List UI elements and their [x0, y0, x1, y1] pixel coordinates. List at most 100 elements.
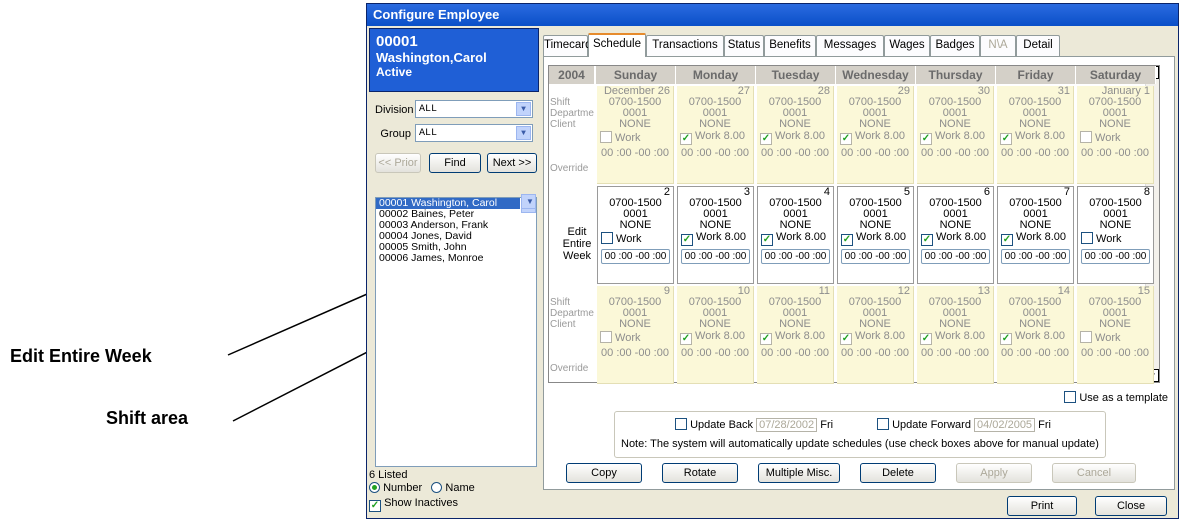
override-time[interactable]: 00 :00 -00 :00: [840, 249, 911, 264]
work-checkbox[interactable]: ✓: [920, 333, 932, 345]
update-back-checkbox[interactable]: [675, 418, 687, 430]
override-time: 00 :00 -00 :00: [681, 147, 749, 159]
work-checkbox[interactable]: ✓: [680, 133, 692, 145]
work-row: ✓ Work 8.00: [677, 131, 753, 145]
work-checkbox[interactable]: ✓: [920, 133, 932, 145]
schedule-cell[interactable]: 31 0700-1500 0001 NONE ✓ Work 8.00 00 :00 -00…: [997, 86, 1074, 184]
schedule-cell[interactable]: 14 0700-1500 0001 NONE ✓ Work 8.00 00 :00 -00…: [997, 286, 1074, 384]
schedule-cell[interactable]: 4 0700-1500 0001 NONE ✓ Work 8.00 00 :00 -00 …: [757, 186, 834, 284]
tab-schedule[interactable]: Schedule: [588, 33, 646, 57]
group-select[interactable]: ALL ▼: [415, 124, 533, 142]
override-time[interactable]: 00 :00 -00 :00: [1080, 249, 1151, 264]
print-button[interactable]: Print: [1007, 496, 1077, 516]
schedule-cell[interactable]: 30 0700-1500 0001 NONE ✓ Work 8.00 00 :00 -00…: [917, 86, 994, 184]
chevron-down-icon[interactable]: ▼: [516, 126, 531, 140]
tab-badges[interactable]: Badges: [930, 35, 980, 56]
tab-wages[interactable]: Wages: [884, 35, 930, 56]
schedule-cell[interactable]: 8 0700-1500 0001 NONE Work 00 :00 -00 :00: [1077, 186, 1154, 284]
work-checkbox[interactable]: [1080, 331, 1092, 343]
schedule-cell[interactable]: 3 0700-1500 0001 NONE ✓ Work 8.00 00 :00 -00 …: [677, 186, 754, 284]
scroll-down-icon[interactable]: ▼: [521, 194, 536, 209]
find-button[interactable]: Find: [429, 153, 481, 173]
work-checkbox[interactable]: ✓: [760, 133, 772, 145]
edit-entire-week-button[interactable]: Edit Entire Week: [549, 226, 595, 262]
division-select[interactable]: ALL ▼: [415, 100, 533, 118]
schedule-cell[interactable]: 27 0700-1500 0001 NONE ✓ Work 8.00 00 :00 -00…: [677, 86, 754, 184]
multiple-misc-button[interactable]: Multiple Misc.: [758, 463, 840, 483]
schedule-cell[interactable]: 12 0700-1500 0001 NONE ✓ Work 8.00 00 :00 -00…: [837, 286, 914, 384]
work-checkbox[interactable]: ✓: [760, 333, 772, 345]
override-row: 00 :00 -00 :00: [998, 249, 1073, 264]
schedule-cell[interactable]: 6 0700-1500 0001 NONE ✓ Work 8.00 00 :00 -00 …: [917, 186, 994, 284]
use-as-template-checkbox[interactable]: [1064, 391, 1077, 403]
work-checkbox[interactable]: [600, 131, 612, 143]
work-checkbox[interactable]: ✓: [680, 333, 692, 345]
work-checkbox[interactable]: ✓: [1000, 133, 1012, 145]
cell-client: NONE: [1099, 118, 1131, 130]
work-checkbox[interactable]: ✓: [841, 234, 853, 246]
row-label: Client: [550, 319, 576, 330]
name-radio[interactable]: [431, 482, 443, 493]
override-time[interactable]: 00 :00 -00 :00: [920, 249, 991, 264]
schedule-cell[interactable]: 10 0700-1500 0001 NONE ✓ Work 8.00 00 :00 -00…: [677, 286, 754, 384]
tab-benefits[interactable]: Benefits: [764, 35, 816, 56]
schedule-cell[interactable]: 29 0700-1500 0001 NONE ✓ Work 8.00 00 :00 -00…: [837, 86, 914, 184]
tab-status[interactable]: Status: [724, 35, 764, 56]
schedule-cell[interactable]: 2 0700-1500 0001 NONE Work 00 :00 -00 :00: [597, 186, 674, 284]
cell-client: NONE: [859, 118, 891, 130]
schedule-cell[interactable]: January 1 0700-1500 0001 NONE Work 00 :00 -0…: [1077, 86, 1154, 184]
schedule-cell[interactable]: 5 0700-1500 0001 NONE ✓ Work 8.00 00 :00 -00 …: [837, 186, 914, 284]
work-checkbox[interactable]: ✓: [1000, 333, 1012, 345]
schedule-cell[interactable]: 13 0700-1500 0001 NONE ✓ Work 8.00 00 :00 -00…: [917, 286, 994, 384]
schedule-cell[interactable]: 28 0700-1500 0001 NONE ✓ Work 8.00 00 :00 -00…: [757, 86, 834, 184]
work-checkbox[interactable]: ✓: [681, 234, 693, 246]
schedule-cell[interactable]: December 26 0700-1500 0001 NONE Work 00 :00 …: [597, 86, 674, 184]
tab-timecard[interactable]: Timecard: [543, 35, 592, 56]
schedule-cell[interactable]: 11 0700-1500 0001 NONE ✓ Work 8.00 00 :00 -00…: [757, 286, 834, 384]
rotate-button[interactable]: Rotate: [662, 463, 738, 483]
tab-transactions[interactable]: Transactions: [646, 35, 724, 56]
chevron-down-icon[interactable]: ▼: [516, 102, 531, 116]
update-forward-checkbox[interactable]: [877, 418, 889, 430]
group-value: ALL: [419, 128, 438, 139]
override-time[interactable]: 00 :00 -00 :00: [1000, 249, 1071, 264]
close-button[interactable]: Close: [1095, 496, 1167, 516]
schedule-cell[interactable]: 15 0700-1500 0001 NONE Work 00 :00 -00 :00: [1077, 286, 1154, 384]
copy-button[interactable]: Copy: [566, 463, 642, 483]
update-forward-date[interactable]: 04/02/2005: [974, 418, 1036, 432]
work-checkbox[interactable]: [1080, 131, 1092, 143]
work-checkbox[interactable]: ✓: [840, 133, 852, 145]
show-inactives-checkbox[interactable]: ✓: [369, 500, 381, 512]
day-header: Tuesday: [756, 66, 836, 84]
override-time: 00 :00 -00 :00: [1001, 147, 1069, 159]
tab-messages[interactable]: Messages: [816, 35, 884, 56]
work-checkbox[interactable]: ✓: [840, 333, 852, 345]
work-checkbox[interactable]: [601, 232, 613, 244]
work-checkbox[interactable]: ✓: [761, 234, 773, 246]
number-radio[interactable]: [369, 482, 380, 493]
tab-detail[interactable]: Detail: [1016, 35, 1060, 56]
tab-na[interactable]: N\A: [980, 35, 1016, 56]
override-time[interactable]: 00 :00 -00 :00: [760, 249, 831, 264]
employee-status: Active: [376, 65, 413, 79]
work-checkbox[interactable]: [1081, 232, 1093, 244]
work-label: Work 8.00: [1013, 231, 1066, 243]
apply-button[interactable]: Apply: [956, 463, 1032, 483]
work-checkbox[interactable]: ✓: [1001, 234, 1013, 246]
list-item[interactable]: 00006 James, Monroe: [376, 253, 536, 264]
override-time[interactable]: 00 :00 -00 :00: [600, 249, 671, 264]
update-back-date[interactable]: 07/28/2002: [756, 418, 818, 432]
work-checkbox[interactable]: [600, 331, 612, 343]
work-checkbox[interactable]: ✓: [921, 234, 933, 246]
delete-button[interactable]: Delete: [860, 463, 936, 483]
cancel-button[interactable]: Cancel: [1052, 463, 1136, 483]
cell-client: NONE: [939, 318, 971, 330]
override-row: 00 :00 -00 :00: [997, 148, 1073, 159]
override-time[interactable]: 00 :00 -00 :00: [680, 249, 751, 264]
schedule-cell[interactable]: 7 0700-1500 0001 NONE ✓ Work 8.00 00 :00 -00 …: [997, 186, 1074, 284]
list-scrollbar[interactable]: ▲ ▼: [521, 194, 536, 213]
work-label: Work 8.00: [852, 130, 905, 142]
schedule-cell[interactable]: 9 0700-1500 0001 NONE Work 00 :00 -00 :00: [597, 286, 674, 384]
next-button[interactable]: Next >>: [487, 153, 537, 173]
prior-button[interactable]: << Prior: [375, 153, 421, 173]
